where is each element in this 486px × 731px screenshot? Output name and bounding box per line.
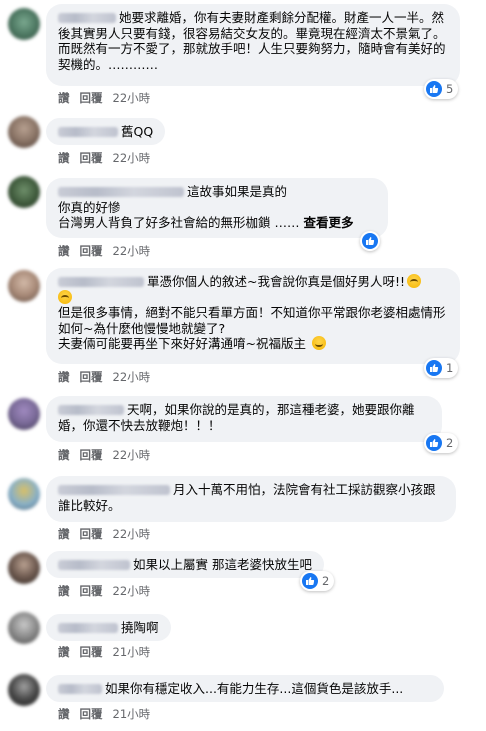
avatar[interactable] bbox=[8, 176, 40, 208]
comment-bubble: 這故事如果是真的 你真的好慘 台灣男人背負了好多社會給的無形枷鎖 …… 查看更多 bbox=[46, 178, 388, 238]
commenter-name[interactable] bbox=[58, 404, 124, 415]
reply-button[interactable]: 回覆 bbox=[80, 91, 103, 105]
reaction-number: 2 bbox=[446, 436, 454, 450]
thumbs-up-icon bbox=[426, 360, 442, 376]
timestamp[interactable]: 22小時 bbox=[113, 244, 151, 258]
timestamp[interactable]: 21小時 bbox=[113, 707, 151, 721]
reaction-count[interactable]: 2 bbox=[300, 571, 335, 591]
reaction-count[interactable]: 5 bbox=[424, 79, 459, 99]
reaction-count[interactable]: 1 bbox=[424, 358, 459, 378]
commenter-name[interactable] bbox=[58, 683, 102, 694]
comment-text: 單憑你個人的敘述~我會說你真是個好男人呀!! bbox=[147, 274, 405, 289]
comment-bubble: 她要求離婚，你有夫妻財產剩餘分配權。財產一人一半。然後其實男人只要有錢，很容易結… bbox=[46, 4, 460, 86]
like-button[interactable]: 讚 bbox=[58, 370, 70, 384]
comment-bubble: 月入十萬不用怕，法院會有社工採訪觀察小孩跟誰比較好。 bbox=[46, 476, 456, 522]
comment-text: 如果你有穩定收入...有能力生存...這個貨色是該放手... bbox=[105, 681, 404, 696]
timestamp[interactable]: 22小時 bbox=[113, 91, 151, 105]
reply-button[interactable]: 回覆 bbox=[80, 584, 103, 598]
thumbs-up-icon bbox=[302, 573, 318, 589]
avatar[interactable] bbox=[8, 270, 40, 302]
commenter-name[interactable] bbox=[58, 622, 118, 633]
avatar[interactable] bbox=[8, 612, 40, 644]
commenter-name[interactable] bbox=[58, 276, 144, 287]
reply-button[interactable]: 回覆 bbox=[80, 151, 103, 165]
timestamp[interactable]: 21小時 bbox=[113, 645, 151, 659]
like-button[interactable]: 讚 bbox=[58, 527, 70, 541]
avatar[interactable] bbox=[8, 398, 40, 430]
like-button[interactable]: 讚 bbox=[58, 584, 70, 598]
reaction-number: 5 bbox=[446, 82, 454, 96]
thumbs-up-icon bbox=[426, 81, 442, 97]
avatar[interactable] bbox=[8, 116, 40, 148]
comment-text: 撓陶啊 bbox=[121, 620, 159, 635]
timestamp[interactable]: 22小時 bbox=[113, 151, 151, 165]
crying-face-icon bbox=[58, 289, 72, 304]
timestamp[interactable]: 22小時 bbox=[113, 448, 151, 462]
comment-actions: 讚回覆 22小時 bbox=[58, 526, 160, 542]
comment-actions: 讚回覆 22小時 bbox=[58, 583, 160, 599]
avatar[interactable] bbox=[8, 478, 40, 510]
avatar[interactable] bbox=[8, 552, 40, 584]
comment-bubble: 單憑你個人的敘述~我會說你真是個好男人呀!! 但是很多事情，絕對不能只看單方面！… bbox=[46, 268, 460, 364]
reply-button[interactable]: 回覆 bbox=[80, 527, 103, 541]
comment-text-continued: 但是很多事情，絕對不能只看單方面！不知道你平常跟你老婆相處情形如何~為什麼他慢慢… bbox=[58, 305, 446, 351]
commenter-name[interactable] bbox=[58, 126, 118, 137]
see-more-link[interactable]: 查看更多 bbox=[303, 215, 353, 230]
like-button[interactable]: 讚 bbox=[58, 645, 70, 659]
timestamp[interactable]: 22小時 bbox=[113, 527, 151, 541]
comment-actions: 讚回覆 22小時 bbox=[58, 90, 160, 106]
commenter-name[interactable] bbox=[58, 484, 170, 495]
comment-bubble: 天啊，如果你說的是真的，那這種老婆，她要跟你離婚，你還不快去放鞭炮！！！ bbox=[46, 396, 442, 442]
like-button[interactable]: 讚 bbox=[58, 707, 70, 721]
comment-text: 舊QQ bbox=[121, 124, 154, 139]
comment-bubble: 如果以上屬實 那這老婆快放生吧 bbox=[46, 551, 324, 578]
reply-button[interactable]: 回覆 bbox=[80, 645, 103, 659]
reply-button[interactable]: 回覆 bbox=[80, 707, 103, 721]
reaction-number: 1 bbox=[446, 361, 454, 375]
reaction-number: 2 bbox=[322, 574, 330, 588]
reply-button[interactable]: 回覆 bbox=[80, 448, 103, 462]
crying-face-icon bbox=[407, 274, 421, 288]
commenter-name[interactable] bbox=[58, 559, 130, 570]
comment-bubble: 撓陶啊 bbox=[46, 614, 171, 641]
comment-actions: 讚回覆 22小時 bbox=[58, 447, 160, 463]
comment-actions: 讚回覆 22小時 bbox=[58, 369, 160, 385]
thumbs-up-icon bbox=[362, 233, 378, 249]
comment-text: 她要求離婚，你有夫妻財產剩餘分配權。財產一人一半。然後其實男人只要有錢，很容易結… bbox=[58, 10, 446, 72]
commenter-name[interactable] bbox=[58, 12, 116, 23]
reply-button[interactable]: 回覆 bbox=[80, 244, 103, 258]
commenter-name[interactable] bbox=[58, 186, 184, 197]
like-button[interactable]: 讚 bbox=[58, 244, 70, 258]
like-button[interactable]: 讚 bbox=[58, 91, 70, 105]
smiling-face-icon bbox=[311, 336, 326, 350]
comment-text: 如果以上屬實 那這老婆快放生吧 bbox=[133, 557, 312, 572]
reply-button[interactable]: 回覆 bbox=[80, 370, 103, 384]
timestamp[interactable]: 22小時 bbox=[113, 370, 151, 384]
reaction-count[interactable]: 2 bbox=[424, 433, 459, 453]
comment-actions: 讚回覆 21小時 bbox=[58, 706, 160, 722]
comment-actions: 讚回覆 22小時 bbox=[58, 243, 160, 259]
like-button[interactable]: 讚 bbox=[58, 448, 70, 462]
comment-bubble: 如果你有穩定收入...有能力生存...這個貨色是該放手... bbox=[46, 675, 444, 702]
timestamp[interactable]: 22小時 bbox=[113, 584, 151, 598]
thumbs-up-icon bbox=[426, 435, 442, 451]
comment-actions: 讚回覆 22小時 bbox=[58, 150, 160, 166]
avatar[interactable] bbox=[8, 674, 40, 706]
avatar[interactable] bbox=[8, 8, 40, 40]
reaction-count[interactable] bbox=[360, 231, 380, 251]
comment-bubble: 舊QQ bbox=[46, 118, 166, 145]
like-button[interactable]: 讚 bbox=[58, 151, 70, 165]
comment-actions: 讚回覆 21小時 bbox=[58, 644, 160, 660]
